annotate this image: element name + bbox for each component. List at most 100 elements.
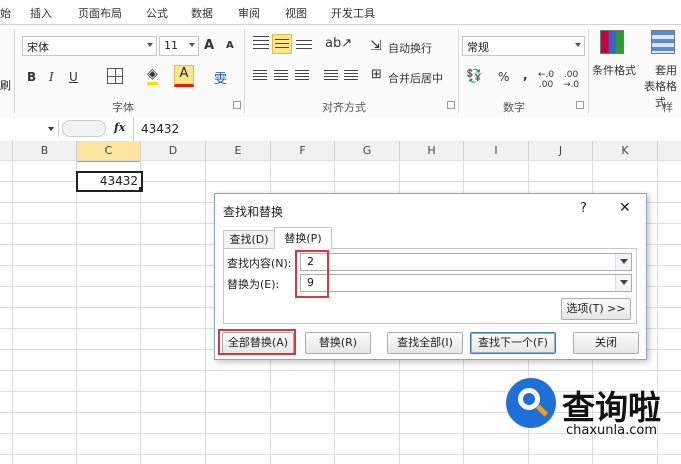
column-header-i[interactable]: I <box>464 141 529 160</box>
conditional-format-icon[interactable] <box>600 30 624 54</box>
tab-data[interactable]: 数据 <box>191 5 213 21</box>
close-icon[interactable]: ✕ <box>619 200 631 216</box>
formula-input[interactable]: 43432 <box>141 122 179 136</box>
alignment-group-label: 对齐方式 <box>322 101 366 114</box>
percent-button[interactable]: % <box>498 70 509 84</box>
increase-indent-icon[interactable] <box>344 70 358 82</box>
column-header-row: B C D E F G H I J K <box>0 141 681 162</box>
find-label: 查找内容(N): <box>227 257 292 270</box>
find-dropdown-icon[interactable] <box>615 254 631 270</box>
close-button[interactable]: 关闭 <box>573 332 639 354</box>
tab-home[interactable]: 始 <box>0 5 11 21</box>
find-replace-dialog: 查找和替换 ? ✕ 查找(D) 替换(P) 查找内容(N): 2 替换为(E):… <box>214 193 647 360</box>
borders-icon[interactable] <box>107 68 123 84</box>
group-separator <box>588 29 589 113</box>
conditional-format-button[interactable]: 条件格式 <box>592 62 636 78</box>
decrease-indent-icon[interactable] <box>324 70 338 82</box>
number-format-select[interactable]: 常规 <box>462 36 585 56</box>
accounting-format-icon[interactable]: 💱 <box>466 69 482 84</box>
help-button[interactable]: ? <box>580 201 587 216</box>
replace-dropdown-icon[interactable] <box>615 275 631 291</box>
group-separator <box>244 29 245 113</box>
grid-line <box>140 160 141 464</box>
tab-review[interactable]: 审阅 <box>238 5 260 21</box>
align-middle-icon <box>275 39 289 49</box>
font-color-icon[interactable]: A <box>174 65 194 87</box>
grow-font-button[interactable]: A <box>204 38 214 53</box>
align-bottom-icon[interactable] <box>296 40 312 52</box>
find-input[interactable]: 2 <box>300 253 632 271</box>
name-box[interactable] <box>0 120 59 137</box>
merge-center-button[interactable]: 合并后居中 <box>388 70 443 86</box>
column-header-k[interactable]: K <box>593 141 658 160</box>
tab-find[interactable]: 查找(D) <box>223 230 275 249</box>
comma-button[interactable]: , <box>523 68 528 82</box>
font-dialog-launcher[interactable] <box>233 101 241 109</box>
group-separator <box>14 29 15 113</box>
format-as-table-icon[interactable] <box>651 30 675 54</box>
bold-button[interactable]: B <box>27 70 36 84</box>
highlight-box-fields <box>295 250 329 298</box>
name-box-dropdown-icon[interactable] <box>48 127 54 131</box>
merge-center-icon: ⊞ <box>371 67 382 82</box>
column-header-h[interactable]: H <box>400 141 464 160</box>
increase-decimal-icon[interactable]: ←.0.00 <box>538 70 554 90</box>
find-all-button[interactable]: 查找全部(I) <box>387 332 463 354</box>
font-size-select[interactable]: 11 <box>159 36 199 56</box>
grid-line <box>205 160 206 464</box>
tab-insert[interactable]: 插入 <box>30 5 52 21</box>
number-group-label: 数字 <box>503 101 525 114</box>
tab-page-layout[interactable]: 页面布局 <box>78 5 122 21</box>
format-as-table-label-1[interactable]: 套用 <box>655 62 677 78</box>
dialog-title: 查找和替换 <box>223 205 284 219</box>
replace-button[interactable]: 替换(R) <box>305 332 371 354</box>
orientation-icon[interactable]: ab↗ <box>325 36 352 51</box>
tab-formulas[interactable]: 公式 <box>146 5 168 21</box>
grid-line <box>12 160 13 464</box>
tab-view[interactable]: 视图 <box>285 5 307 21</box>
format-painter-label[interactable]: 刷 <box>0 77 11 93</box>
font-name-select[interactable]: 宋体 <box>22 36 157 56</box>
align-right-icon[interactable] <box>295 70 309 82</box>
formula-bar-handle[interactable] <box>62 120 106 137</box>
number-dialog-launcher[interactable] <box>576 101 584 109</box>
watermark-brand: 查询啦 <box>562 388 661 427</box>
font-group-label: 字体 <box>112 101 134 114</box>
column-header-b[interactable]: B <box>13 141 77 160</box>
watermark-logo-icon <box>506 378 556 428</box>
replace-input[interactable]: 9 <box>300 274 632 292</box>
selected-cell-c[interactable]: 43432 <box>76 171 143 192</box>
align-left-icon[interactable] <box>253 70 267 82</box>
italic-button[interactable]: I <box>49 70 54 84</box>
column-header-c[interactable]: C <box>77 141 141 162</box>
alignment-dialog-launcher[interactable] <box>447 101 455 109</box>
column-header-j[interactable]: J <box>529 141 593 160</box>
align-middle-button[interactable] <box>272 34 292 54</box>
decrease-decimal-icon[interactable]: .00 →.0 <box>563 70 579 90</box>
formula-bar: fx 43432 <box>0 117 681 142</box>
underline-button[interactable]: U <box>69 70 78 84</box>
insert-function-button[interactable]: fx <box>114 121 125 134</box>
phonetic-icon[interactable]: 雯 <box>214 68 227 87</box>
column-header-a[interactable] <box>0 141 13 160</box>
ribbon-tab-bar: 始 插入 页面布局 公式 数据 审阅 视图 开发工具 <box>0 0 681 25</box>
shrink-font-button[interactable]: A <box>226 40 234 51</box>
ribbon: 刷 宋体 11 A A B I U ◈ A 雯 字体 ab↗ ⇲ 自动换行 ⊞ … <box>0 25 681 130</box>
group-separator <box>458 29 459 113</box>
column-header-f[interactable]: F <box>271 141 335 160</box>
align-top-icon[interactable] <box>253 36 269 50</box>
column-header-g[interactable]: G <box>335 141 400 160</box>
watermark-site: chaxunla.com <box>566 423 657 438</box>
column-header-d[interactable]: D <box>141 141 206 160</box>
wrap-text-button[interactable]: 自动换行 <box>388 40 432 56</box>
align-center-icon[interactable] <box>274 70 288 82</box>
find-next-button[interactable]: 查找下一个(F) <box>470 332 556 354</box>
fill-color-icon[interactable]: ◈ <box>147 66 158 85</box>
replace-label: 替换为(E): <box>227 278 280 291</box>
tab-developer[interactable]: 开发工具 <box>331 5 375 21</box>
fill-handle[interactable] <box>139 187 143 191</box>
highlight-box-replace-all <box>218 329 296 355</box>
tab-replace[interactable]: 替换(P) <box>274 227 332 250</box>
column-header-e[interactable]: E <box>206 141 271 160</box>
options-button[interactable]: 选项(T) >> <box>561 298 631 320</box>
